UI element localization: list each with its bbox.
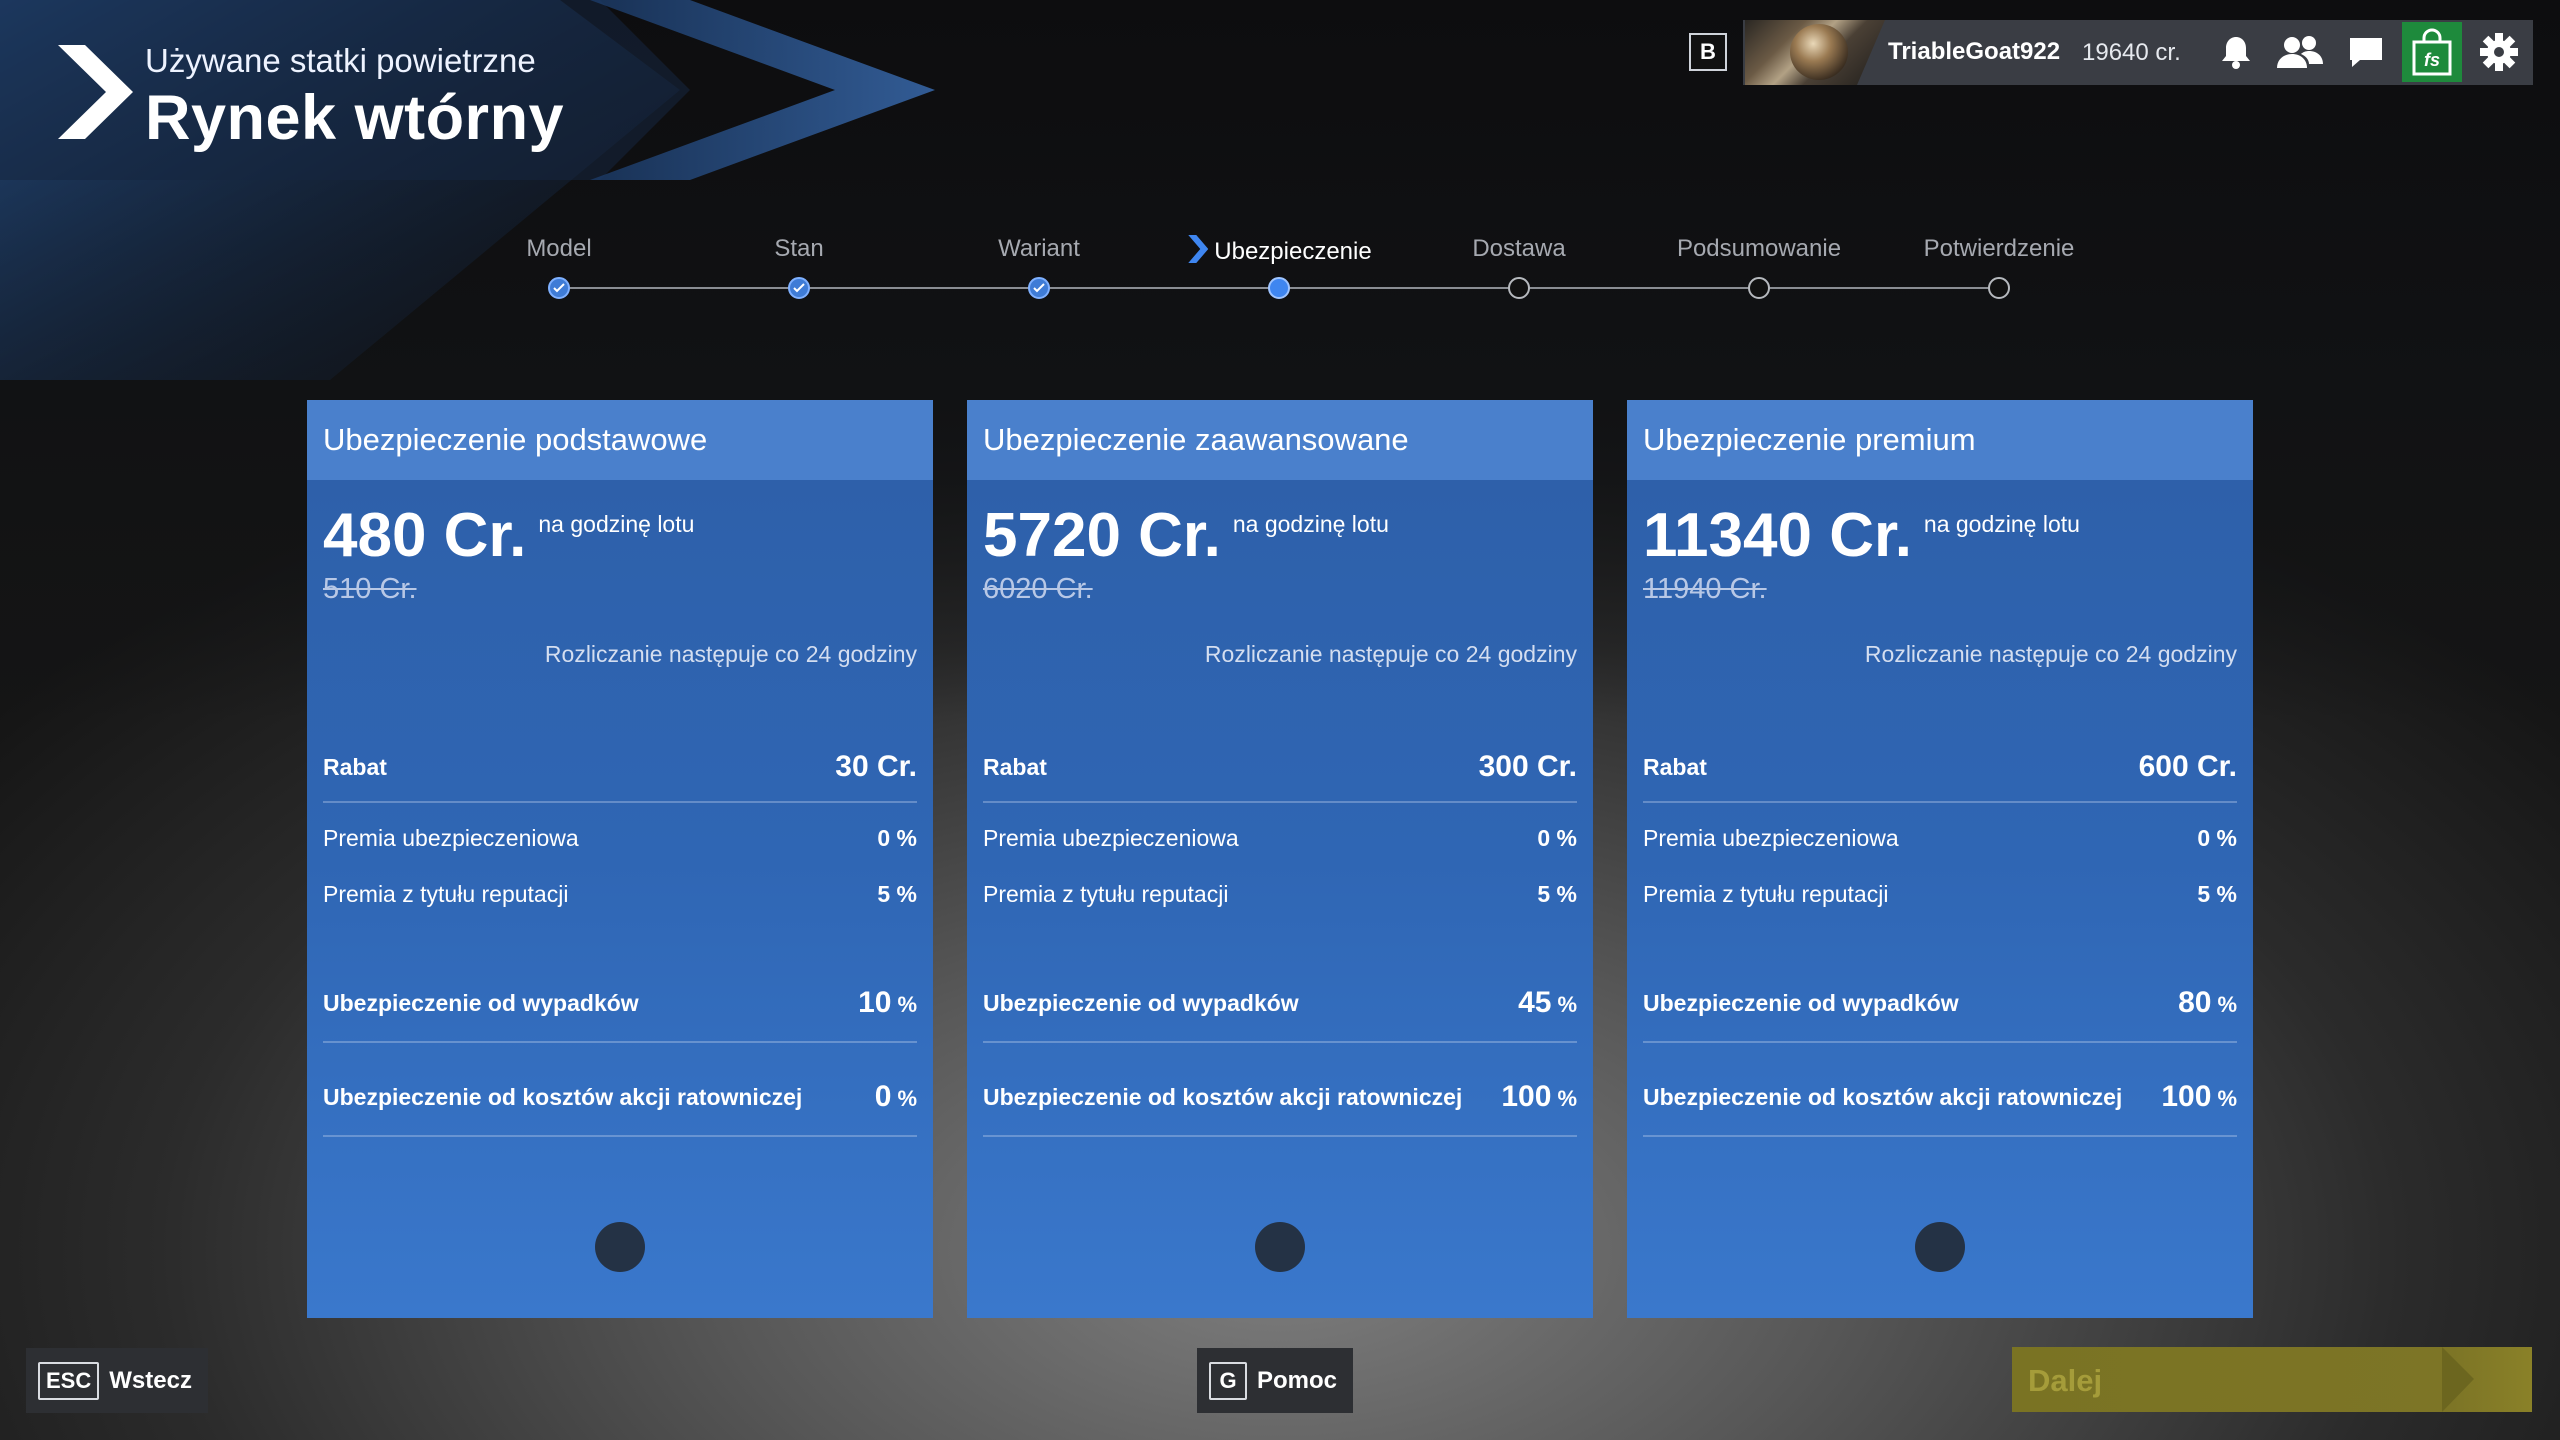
billing-note: Rozliczanie następuje co 24 godziny	[544, 641, 917, 667]
reputation-bonus-row: Premia z tytułu reputacji 5 %	[983, 881, 1577, 907]
billing-note: Rozliczanie następuje co 24 godziny	[1204, 641, 1577, 667]
divider	[1643, 1135, 2237, 1137]
step-label-model: Model	[526, 235, 592, 262]
esc-key-badge: ESC	[38, 1361, 100, 1400]
price-row: 480 Cr. na godzinę lotu	[323, 500, 694, 571]
insurance-card-basic[interactable]: Ubezpieczenie podstawowe 480 Cr. na godz…	[307, 400, 933, 1318]
help-button[interactable]: G Pomoc	[1197, 1348, 1354, 1413]
step-dot-potwierdzenie	[1988, 277, 2010, 299]
step-label-wariant: Wariant	[998, 235, 1080, 262]
rescue-coverage-row: Ubezpieczenie od kosztów akcji ratownicz…	[983, 1080, 1577, 1113]
page-header: Używane statki powietrzne Rynek wtórny	[145, 42, 564, 154]
discount-row: Rabat 300 Cr.	[983, 750, 1577, 783]
insurance-card-advanced[interactable]: Ubezpieczenie zaawansowane 5720 Cr. na g…	[967, 400, 1593, 1318]
divider	[323, 1041, 917, 1043]
step-label-stan: Stan	[774, 235, 824, 262]
bell-icon[interactable]	[2210, 26, 2262, 78]
rescue-coverage-row: Ubezpieczenie od kosztów akcji ratownicz…	[1643, 1080, 2237, 1113]
card-title: Ubezpieczenie podstawowe	[307, 400, 933, 480]
step-label-podsumowanie: Podsumowanie	[1676, 235, 1842, 262]
card-select-indicator[interactable]	[595, 1222, 645, 1272]
divider	[983, 1041, 1577, 1043]
old-price: 11940 Cr.	[1643, 573, 1767, 605]
billing-note: Rozliczanie następuje co 24 godziny	[1864, 641, 2237, 667]
friends-icon[interactable]	[2274, 26, 2326, 78]
page-subtitle: Używane statki powietrzne	[145, 42, 536, 79]
accident-coverage-row: Ubezpieczenie od wypadków 45%	[983, 986, 1577, 1019]
price: 5720 Cr.	[983, 501, 1221, 570]
price: 480 Cr.	[323, 501, 527, 570]
shop-icon[interactable]: fs	[2402, 22, 2462, 82]
price-row: 5720 Cr. na godzinę lotu	[983, 500, 1389, 571]
check-icon	[790, 279, 808, 297]
insurance-card-premium[interactable]: Ubezpieczenie premium 11340 Cr. na godzi…	[1627, 400, 2253, 1318]
username: TriableGoat922	[1888, 38, 2061, 65]
chat-icon[interactable]	[2340, 26, 2392, 78]
b-key-badge[interactable]: B	[1689, 33, 1727, 71]
price-unit: na godzinę lotu	[1232, 511, 1389, 537]
card-select-indicator[interactable]	[1255, 1222, 1305, 1272]
page-title: Rynek wtórny	[145, 83, 565, 153]
next-button[interactable]: Dalej	[2012, 1347, 2532, 1412]
divider	[983, 1135, 1577, 1137]
divider	[983, 801, 1577, 803]
discount-row: Rabat 600 Cr.	[1643, 750, 2237, 783]
card-select-indicator[interactable]	[1915, 1222, 1965, 1272]
price-unit: na godzinę lotu	[1923, 511, 2080, 537]
next-arrow-icon	[2442, 1347, 2474, 1412]
step-dot-podsumowanie	[1748, 277, 1770, 299]
old-price: 6020 Cr.	[983, 573, 1093, 605]
rescue-coverage-row: Ubezpieczenie od kosztów akcji ratownicz…	[323, 1080, 917, 1113]
back-button[interactable]: ESC Wstecz	[26, 1348, 208, 1413]
reputation-bonus-row: Premia z tytułu reputacji 5 %	[1643, 881, 2237, 907]
check-icon	[550, 279, 568, 297]
step-current-arrow-icon	[1186, 235, 1209, 270]
back-label: Wstecz	[109, 1366, 192, 1394]
insurance-bonus-row: Premia ubezpieczeniowa 0 %	[1643, 825, 2237, 851]
step-label-ubezpieczenie: Ubezpieczenie	[1186, 235, 1372, 270]
price: 11340 Cr.	[1643, 501, 1912, 570]
card-title: Ubezpieczenie premium	[1627, 400, 2253, 480]
divider	[323, 801, 917, 803]
insurance-bonus-row: Premia ubezpieczeniowa 0 %	[983, 825, 1577, 851]
card-title: Ubezpieczenie zaawansowane	[967, 400, 1593, 480]
g-key-badge: G	[1209, 1361, 1247, 1400]
accident-coverage-row: Ubezpieczenie od wypadków 10%	[323, 986, 917, 1019]
step-dot-model	[548, 277, 570, 299]
svg-text:fs: fs	[2424, 50, 2440, 70]
help-label: Pomoc	[1257, 1366, 1338, 1394]
step-label-potwierdzenie: Potwierdzenie	[1923, 235, 2075, 262]
step-dot-wariant	[1028, 277, 1050, 299]
accident-coverage-row: Ubezpieczenie od wypadków 80%	[1643, 986, 2237, 1019]
gear-icon[interactable]	[2473, 26, 2525, 78]
insurance-bonus-row: Premia ubezpieczeniowa 0 %	[323, 825, 917, 851]
step-label-dostawa: Dostawa	[1472, 235, 1566, 262]
divider	[1643, 1041, 2237, 1043]
check-icon	[1030, 279, 1048, 297]
divider	[323, 1135, 917, 1137]
reputation-bonus-row: Premia z tytułu reputacji 5 %	[323, 881, 917, 907]
credits-balance: 19640 cr.	[2082, 39, 2181, 66]
next-label: Dalej	[2028, 1363, 2103, 1398]
price-row: 11340 Cr. na godzinę lotu	[1643, 500, 2080, 571]
discount-row: Rabat 30 Cr.	[323, 750, 917, 783]
step-dot-dostawa	[1508, 277, 1530, 299]
divider	[1643, 801, 2237, 803]
price-unit: na godzinę lotu	[538, 511, 695, 537]
step-dot-stan	[788, 277, 810, 299]
old-price: 510 Cr.	[323, 573, 417, 605]
step-dot-ubezpieczenie	[1268, 277, 1290, 299]
